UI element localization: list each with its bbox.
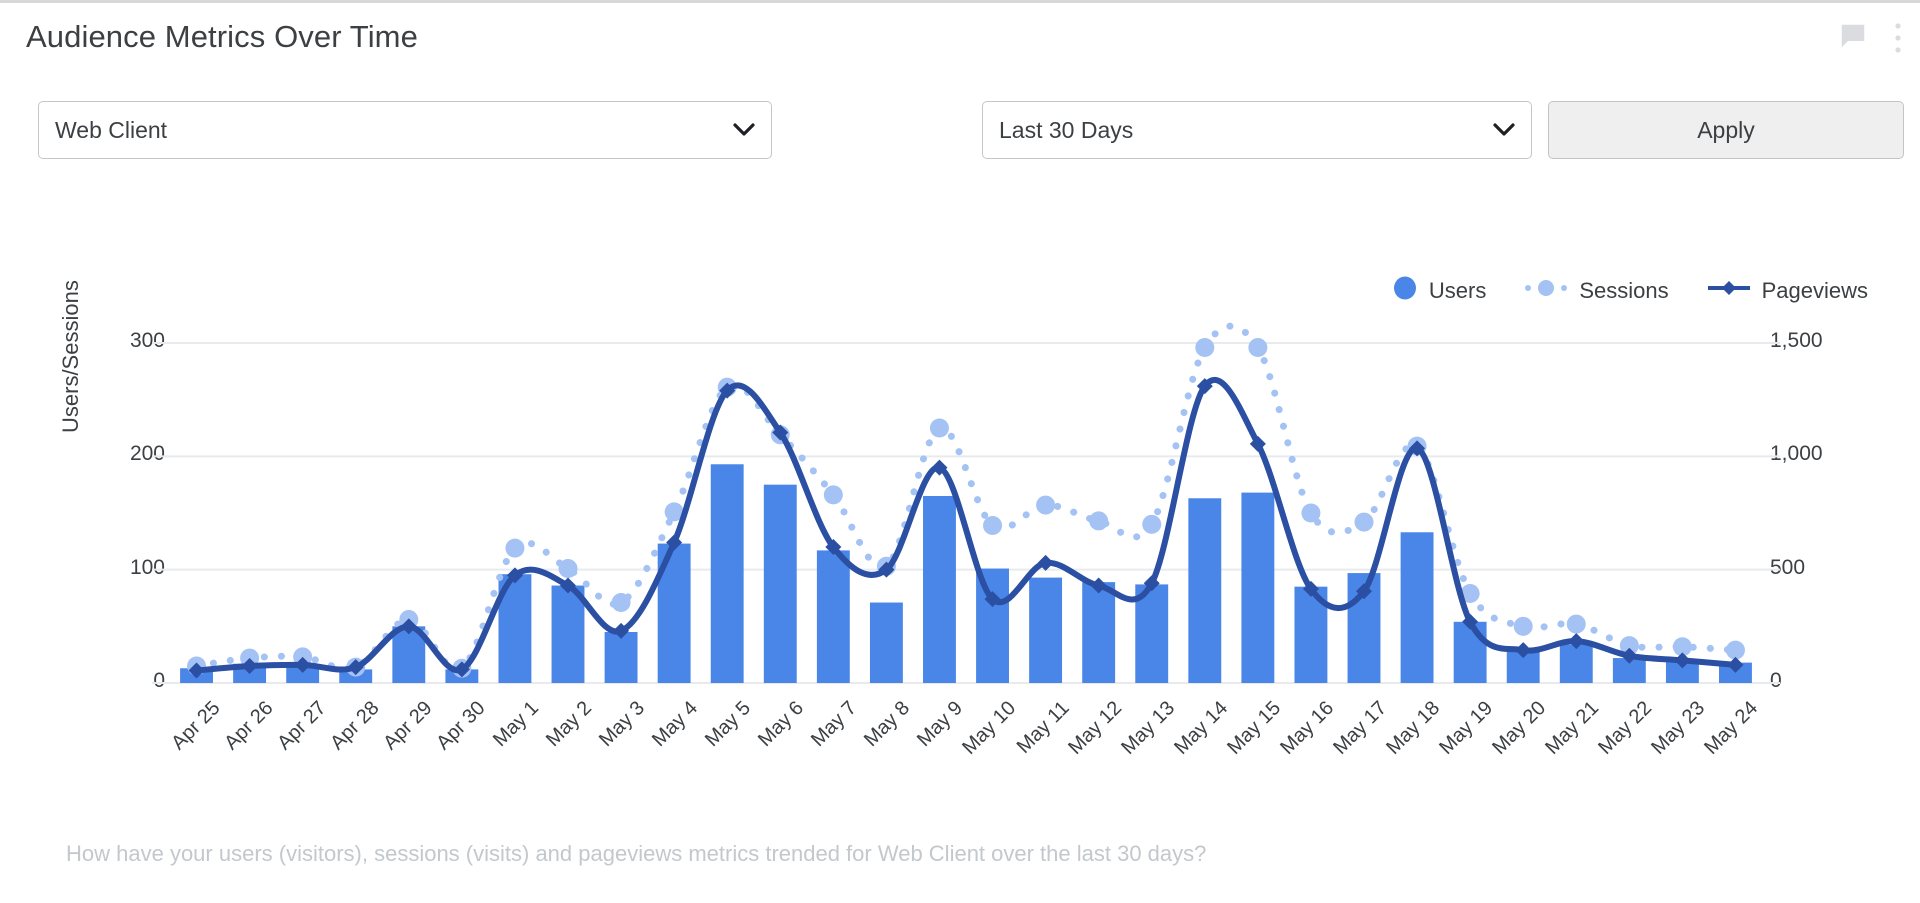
x-axis-tick: Apr 25	[167, 697, 225, 755]
x-axis-tick: May 4	[648, 697, 703, 752]
x-axis-tick: May 13	[1117, 697, 1180, 760]
x-axis-tick: Apr 29	[379, 697, 437, 755]
x-axis-tick: May 24	[1701, 697, 1764, 760]
bar-users	[1029, 578, 1062, 683]
bar-users	[1082, 582, 1115, 683]
x-axis-tick: May 6	[754, 697, 809, 752]
date-range-select-value: Last 30 Days	[999, 117, 1485, 144]
bar-users	[1454, 622, 1487, 683]
chart-plot-area	[0, 313, 1920, 733]
point-sessions	[559, 559, 578, 578]
legend-label-pageviews: Pageviews	[1762, 278, 1868, 304]
point-sessions	[612, 593, 631, 612]
x-axis-tick: May 5	[701, 697, 756, 752]
chart-legend: Users Sessions Pageviews	[1392, 275, 1868, 306]
comment-bubble-icon[interactable]	[1838, 21, 1868, 51]
x-axis-tick: Apr 27	[273, 697, 331, 755]
x-axis-tick: Apr 28	[326, 697, 384, 755]
bar-users	[764, 485, 797, 683]
x-axis-tick: May 18	[1382, 697, 1445, 760]
x-axis-tick: May 2	[542, 697, 597, 752]
bar-users	[817, 550, 850, 683]
x-axis-ticks: Apr 25Apr 26Apr 27Apr 28Apr 29Apr 30May …	[0, 693, 1920, 803]
point-sessions	[983, 516, 1002, 535]
point-sessions	[1142, 515, 1161, 534]
x-axis-tick: May 21	[1541, 697, 1604, 760]
legend-item-users[interactable]: Users	[1392, 275, 1486, 306]
x-axis-tick: May 3	[595, 697, 650, 752]
x-axis-tick: Apr 26	[220, 697, 278, 755]
bar-users	[923, 496, 956, 683]
legend-marker-pageviews-icon	[1707, 278, 1751, 303]
bar-users	[711, 464, 744, 683]
filter-controls: Web Client Last 30 Days Apply	[0, 101, 1920, 165]
x-axis-tick: May 20	[1488, 697, 1551, 760]
x-axis-tick: May 10	[958, 697, 1021, 760]
x-axis-tick: May 19	[1435, 697, 1498, 760]
point-sessions	[1195, 338, 1214, 357]
chevron-down-icon	[725, 123, 755, 137]
chevron-down-icon	[1485, 123, 1515, 137]
point-sessions	[1036, 496, 1055, 515]
header-actions	[1838, 21, 1902, 55]
point-sessions	[505, 539, 524, 558]
x-axis-tick: May 15	[1223, 697, 1286, 760]
bar-users	[1401, 532, 1434, 683]
point-sessions	[1248, 338, 1267, 357]
dashboard-card: Audience Metrics Over Time Web Client La	[0, 0, 1920, 903]
x-axis-tick: Apr 30	[432, 697, 490, 755]
x-axis-tick: May 7	[807, 697, 862, 752]
point-sessions	[1567, 615, 1586, 634]
x-axis-tick: May 14	[1170, 697, 1233, 760]
legend-item-sessions[interactable]: Sessions	[1524, 278, 1668, 304]
more-vertical-icon[interactable]	[1894, 21, 1902, 55]
point-sessions	[930, 419, 949, 438]
x-axis-tick: May 22	[1595, 697, 1658, 760]
x-axis-tick: May 1	[489, 697, 544, 752]
point-sessions	[1301, 504, 1320, 523]
line-sessions	[197, 326, 1736, 670]
x-axis-tick: May 16	[1276, 697, 1339, 760]
bar-users	[976, 569, 1009, 683]
point-sessions	[1089, 511, 1108, 530]
x-axis-tick: May 12	[1064, 697, 1127, 760]
x-axis-tick: May 23	[1648, 697, 1711, 760]
page-title: Audience Metrics Over Time	[26, 19, 418, 55]
line-pageviews	[197, 380, 1736, 671]
client-select[interactable]: Web Client	[38, 101, 772, 159]
point-sessions	[1726, 641, 1745, 660]
point-sessions	[824, 485, 843, 504]
legend-label-sessions: Sessions	[1579, 278, 1668, 304]
point-sessions	[1355, 513, 1374, 532]
bar-users	[870, 603, 903, 683]
legend-label-users: Users	[1429, 278, 1486, 304]
chart-svg	[0, 313, 1920, 733]
date-range-select[interactable]: Last 30 Days	[982, 101, 1532, 159]
x-axis-tick: May 11	[1012, 697, 1074, 759]
card-header: Audience Metrics Over Time	[0, 3, 1920, 75]
client-select-value: Web Client	[55, 117, 725, 144]
bar-users	[1241, 493, 1274, 683]
bar-users	[605, 632, 638, 683]
chart-description: How have your users (visitors), sessions…	[66, 841, 1206, 867]
point-sessions	[1514, 617, 1533, 636]
x-axis-tick: May 17	[1329, 697, 1392, 760]
bar-users	[1188, 498, 1221, 683]
legend-marker-sessions-icon	[1524, 278, 1568, 303]
legend-marker-users-icon	[1392, 275, 1418, 306]
apply-button[interactable]: Apply	[1548, 101, 1904, 159]
x-axis-tick: May 8	[860, 697, 915, 752]
bar-users	[1560, 644, 1593, 683]
legend-item-pageviews[interactable]: Pageviews	[1707, 278, 1868, 304]
